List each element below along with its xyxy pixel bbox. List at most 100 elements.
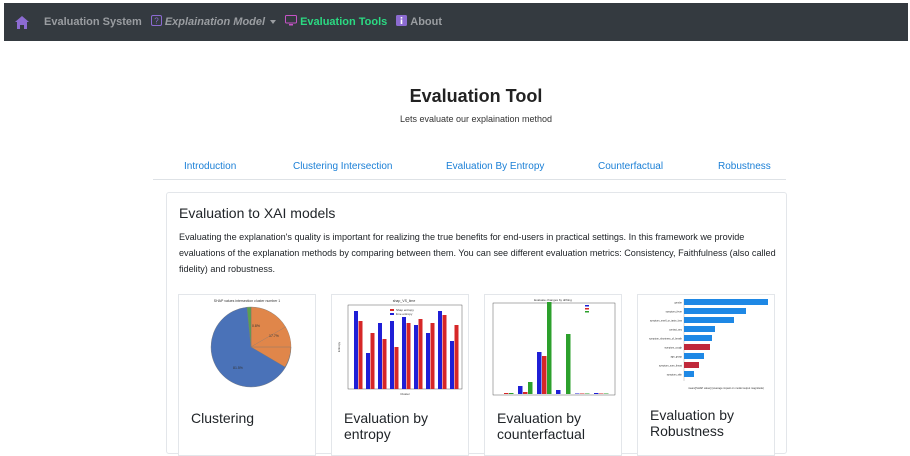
slice-label-blue: 81.5% bbox=[233, 366, 243, 370]
counterfactual-bar bbox=[594, 393, 599, 394]
robustness-feature-label: symptom_cough bbox=[664, 347, 682, 350]
robustness-bar bbox=[684, 308, 746, 314]
tab-evaluation-by-entropy[interactable]: Evaluation By Entropy bbox=[446, 161, 544, 172]
nav-explaination-model-label: Explaination Model bbox=[164, 16, 266, 28]
robustness-feature-label: symptom_smell_or_taste_loss bbox=[650, 320, 683, 323]
tab-counterfactual[interactable]: Counterfactual bbox=[598, 161, 663, 172]
robustness-tool-card[interactable]: gender symptom_fever symptom_smell_or_tast… bbox=[637, 294, 775, 456]
clustering-tool-card[interactable]: SHAP values intersection cluster number … bbox=[178, 294, 316, 456]
counterfactual-bar bbox=[523, 392, 528, 394]
entropy-bar-image: shap_VS_lime Entropy Cluster Shap entrop… bbox=[337, 299, 463, 396]
counterfactual-bars bbox=[504, 302, 609, 394]
robustness-bar bbox=[684, 362, 699, 368]
slice-label-green: 0.8% bbox=[252, 324, 260, 328]
robustness-feature-label: symptom_skin bbox=[667, 374, 683, 377]
robustness-feature-label: gender bbox=[675, 302, 683, 305]
clustering-pie-image: SHAP values intersection cluster number … bbox=[210, 299, 292, 388]
nav-explaination-model-dropdown[interactable]: ? Explaination Model bbox=[150, 15, 277, 29]
info-square-icon bbox=[396, 15, 408, 29]
nav-about[interactable]: About bbox=[396, 15, 442, 29]
robustness-bar bbox=[684, 326, 715, 332]
entropy-bar-blue bbox=[402, 317, 406, 389]
robustness-feature-label: symptom_shortness_of_breath bbox=[649, 338, 682, 341]
robustness-bar bbox=[684, 371, 694, 377]
entropy-bar-red bbox=[382, 339, 387, 389]
tab-introduction[interactable]: Introduction bbox=[184, 161, 236, 172]
entropy-bar-blue bbox=[366, 353, 370, 389]
page-subtitle: Lets evaluate our explaination method bbox=[399, 114, 553, 124]
entropy-bar-blue bbox=[450, 341, 454, 389]
counterfactual-bar bbox=[604, 393, 609, 394]
entropy-bars bbox=[354, 311, 459, 389]
robustness-feature-label: symptom_sore_throat bbox=[659, 365, 682, 368]
entropy-bar-red bbox=[418, 319, 423, 389]
counterfactual-bar bbox=[585, 393, 590, 394]
clustering-label: Clustering bbox=[191, 410, 255, 426]
entropy-bar-red bbox=[454, 325, 459, 389]
page-header: Evaluation Tool Lets evaluate our explai… bbox=[0, 86, 910, 124]
chevron-down-icon bbox=[270, 20, 277, 24]
entropy-label: Evaluation by entropy bbox=[344, 410, 429, 442]
counterfactual-bar bbox=[566, 334, 571, 394]
counterfactual-bar bbox=[575, 393, 580, 394]
card-title: Evaluation to XAI models bbox=[179, 205, 336, 221]
card-description: Evaluating the explanation's quality is … bbox=[179, 232, 776, 274]
counterfactual-tool-card[interactable]: Evaluate changes by drifting Evaluation … bbox=[484, 294, 622, 456]
counterfactual-bar bbox=[556, 390, 561, 394]
entropy-bar-blue bbox=[426, 333, 430, 389]
robustness-bar bbox=[684, 317, 734, 323]
entropy-tool-card[interactable]: shap_VS_lime Entropy Cluster Shap entrop… bbox=[331, 294, 469, 456]
robustness-feature-label: symptom_fever bbox=[666, 311, 683, 314]
svg-text:?: ? bbox=[154, 17, 159, 26]
robustness-bar bbox=[684, 353, 704, 359]
page-title: Evaluation Tool bbox=[409, 86, 543, 106]
entropy-bar-blue bbox=[354, 311, 358, 389]
entropy-bar-red bbox=[430, 323, 435, 389]
counterfactual-bar bbox=[509, 393, 514, 394]
counterfactual-label: Evaluation by counterfactual bbox=[497, 410, 585, 442]
nav-about-label: About bbox=[410, 16, 443, 28]
counterfactual-bar-image: Evaluate changes by drifting bbox=[492, 298, 616, 396]
entropy-bar-red bbox=[406, 323, 411, 389]
entropy-ylabel: Entropy bbox=[337, 341, 341, 352]
robustness-xlabel: mean(|SHAP value|) (average impact on mo… bbox=[688, 386, 764, 390]
question-square-icon: ? bbox=[150, 15, 162, 29]
counterfactual-image-title: Evaluate changes by drifting bbox=[534, 298, 572, 302]
counterfactual-bar bbox=[518, 386, 523, 394]
nav-evaluation-tools-label: Evaluation Tools bbox=[300, 16, 388, 28]
counterfactual-bar bbox=[547, 302, 552, 394]
robustness-bar bbox=[684, 299, 768, 305]
entropy-bar-red bbox=[442, 315, 447, 389]
tab-robustness[interactable]: Robustness bbox=[718, 161, 771, 172]
monitor-icon bbox=[285, 15, 298, 29]
top-navbar: Evaluation System ? Explaination Model E… bbox=[4, 3, 908, 41]
counterfactual-bar bbox=[599, 393, 604, 394]
counterfactual-bar bbox=[537, 352, 542, 394]
entropy-bar-red bbox=[370, 333, 375, 389]
tool-tabs: Introduction Clustering Intersection Eva… bbox=[153, 155, 786, 180]
robustness-bars: gender symptom_fever symptom_smell_or_tast… bbox=[649, 299, 768, 377]
entropy-bar-blue bbox=[378, 323, 382, 389]
nav-evaluation-system[interactable]: Evaluation System bbox=[44, 16, 142, 28]
nav-evaluation-tools[interactable]: Evaluation Tools bbox=[285, 15, 387, 29]
robustness-bar bbox=[684, 344, 710, 350]
xai-evaluation-card: Evaluation to XAI models Evaluating the … bbox=[166, 192, 787, 456]
nav-evaluation-system-label: Evaluation System bbox=[44, 16, 142, 28]
entropy-bar-red bbox=[358, 321, 363, 389]
slice-label-orange: 17.7% bbox=[269, 334, 279, 338]
entropy-xlabel: Cluster bbox=[400, 392, 410, 396]
robustness-label: Evaluation by Robustness bbox=[650, 407, 735, 439]
entropy-bar-blue bbox=[438, 311, 442, 389]
entropy-image-title: shap_VS_lime bbox=[393, 299, 416, 303]
tab-clustering-intersection[interactable]: Clustering Intersection bbox=[293, 161, 393, 172]
robustness-feature-label: age_group bbox=[671, 356, 683, 359]
clustering-image-title: SHAP values intersection cluster number … bbox=[214, 299, 281, 303]
entropy-legend-lime: lime entropy bbox=[396, 312, 413, 316]
robustness-feature-label: contact_any bbox=[669, 329, 683, 332]
counterfactual-bar bbox=[504, 393, 509, 394]
counterfactual-bar bbox=[528, 382, 533, 394]
counterfactual-bar bbox=[580, 393, 585, 394]
home-icon[interactable] bbox=[14, 14, 30, 30]
entropy-bar-blue bbox=[390, 321, 394, 389]
entropy-bar-red bbox=[394, 347, 399, 389]
